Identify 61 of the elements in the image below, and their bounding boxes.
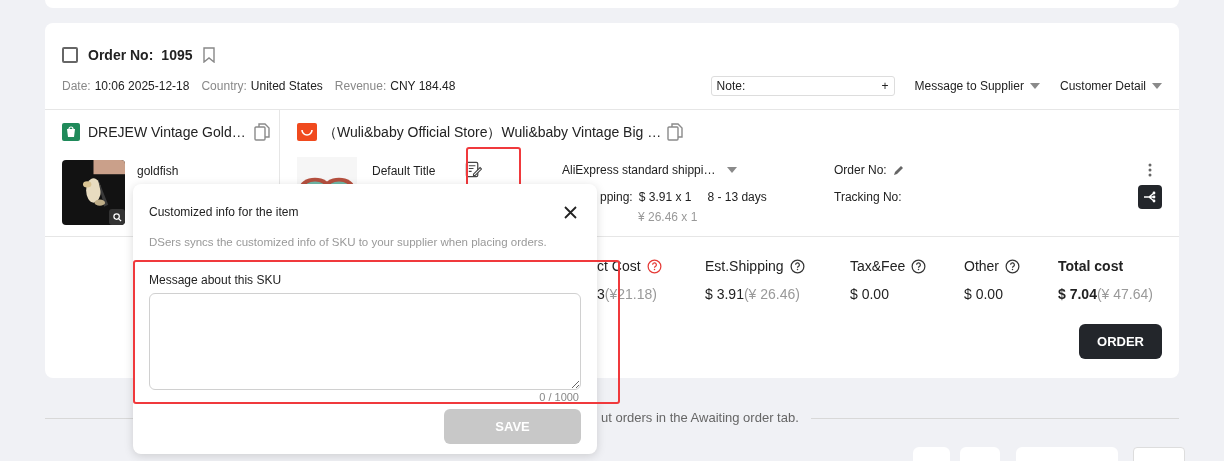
caret-icon <box>727 167 738 173</box>
meta-value: CNY 184.48 <box>390 78 456 95</box>
shipping-select[interactable]: AliExpress standard shippi… <box>562 161 834 179</box>
add-note-button[interactable]: + <box>881 77 889 95</box>
order-label: Order No: <box>88 45 154 65</box>
caret-icon <box>1029 83 1040 89</box>
delivery-time: 8 - 13 days <box>707 189 767 206</box>
cost-value-cny: (¥ 47.64) <box>1096 284 1153 304</box>
shipping-label: pping: <box>600 189 633 206</box>
caret-icon <box>1152 83 1162 89</box>
meta-value: 10:06 2025-12-18 <box>94 78 190 95</box>
popover-title: Customized info for the item <box>149 204 299 221</box>
more-icon[interactable] <box>1148 163 1152 177</box>
message-field[interactable] <box>149 293 581 391</box>
order-no-label: Order No: <box>834 162 887 179</box>
popover-description: DSers syncs the customized info of SKU to your supplier when placing orders. <box>149 235 548 250</box>
cost-value: $ 3.91 <box>705 284 744 304</box>
shipping-price-cny: ¥ 26.46 x 1 <box>638 209 699 226</box>
checkbox[interactable] <box>62 47 78 63</box>
meta-label: Date: <box>62 78 91 95</box>
store-logo-icon <box>297 123 317 141</box>
cost-value: $ 7.04 <box>1058 284 1097 304</box>
copy-icon[interactable] <box>253 123 270 141</box>
split-icon <box>1143 191 1157 203</box>
cost-value: 3 <box>597 284 605 304</box>
field-label: Message about this SKU <box>149 272 283 290</box>
note-label: Note: <box>716 78 746 95</box>
dropdown[interactable]: Message to Supplier <box>914 77 1040 95</box>
cost-label: Tax&Fee <box>850 256 906 276</box>
copy-icon[interactable] <box>667 123 684 141</box>
cost-label: Total cost <box>1058 256 1124 276</box>
split-button[interactable] <box>1138 185 1162 209</box>
variant-name: Default Title <box>372 163 437 180</box>
dropdown[interactable]: Customer Detail <box>1059 77 1162 95</box>
edit-note-icon[interactable] <box>465 161 482 178</box>
cost-value: $ 0.00 <box>850 284 889 304</box>
tip-text: ut orders in the Awaiting order tab. <box>601 409 799 428</box>
tracking-label: Tracking No: <box>834 189 903 206</box>
cost-label: Other <box>964 256 999 276</box>
meta-label: Country: <box>201 78 247 95</box>
cost-value-cny: (¥ 26.46) <box>743 284 800 304</box>
pencil-icon[interactable] <box>892 164 905 176</box>
close-icon[interactable] <box>564 205 577 219</box>
shipping-price: $ 3.91 x 1 <box>638 189 692 206</box>
note-field[interactable]: Note: + <box>710 76 895 96</box>
product-title[interactable]: DREJEW Vintage Gold… <box>88 121 246 143</box>
cost-label: Est.Shipping <box>705 256 784 276</box>
shop-bag-icon <box>62 123 80 141</box>
help-icon[interactable] <box>1005 258 1020 274</box>
order-button[interactable]: ORDER <box>1079 324 1162 359</box>
product-title[interactable]: （Wuli&baby Official Store）Wuli&baby Vintage Big … <box>323 121 662 143</box>
cost-value: $ 0.00 <box>964 284 1003 304</box>
meta-value: United States <box>250 78 323 95</box>
search-icon <box>112 212 122 222</box>
character-counter: 0 / 1000 <box>538 391 579 404</box>
help-icon[interactable] <box>911 258 927 274</box>
order-number: 1095 <box>161 45 193 65</box>
meta-label: Revenue: <box>334 78 387 95</box>
zoom-button[interactable] <box>109 209 125 225</box>
bookmark-icon[interactable] <box>202 47 215 63</box>
help-icon[interactable] <box>789 258 805 274</box>
